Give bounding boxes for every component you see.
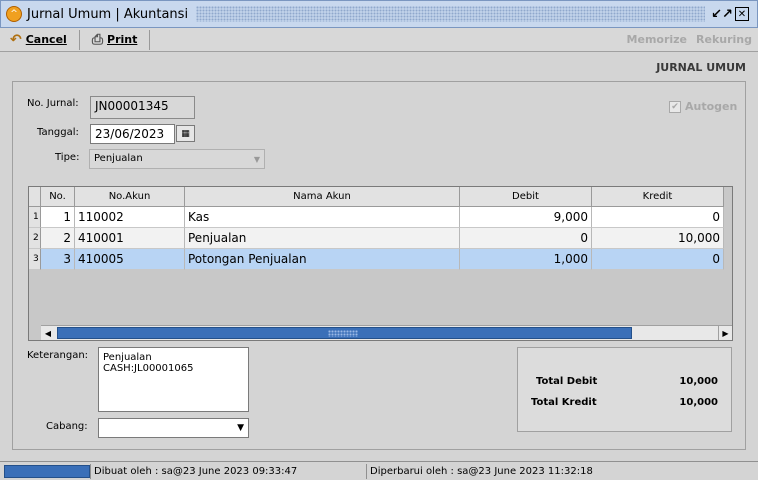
cell-kredit[interactable]: 0 — [592, 207, 724, 228]
no-jurnal-label: No. Jurnal: — [27, 98, 79, 109]
check-icon: ✔ — [669, 100, 681, 113]
cell-no-akun[interactable]: 110002 — [75, 207, 185, 228]
totals-panel: Total Debit 10,000 Total Kredit 10,000 — [517, 347, 732, 432]
row-number: 1 — [29, 207, 41, 228]
cell-no-akun[interactable]: 410001 — [75, 228, 185, 249]
title-bar-grip — [196, 6, 705, 22]
chevron-down-icon: ▼ — [253, 155, 260, 164]
no-jurnal-field[interactable]: JN00001345 — [90, 96, 195, 119]
tipe-label: Tipe: — [55, 152, 80, 163]
cell-no[interactable]: 1 — [41, 207, 75, 228]
scrollbar-grip — [328, 330, 358, 337]
keterangan-textarea[interactable]: Penjualan CASH:JL00001065 — [98, 347, 249, 412]
cancel-button[interactable]: ↶ Cancel — [0, 29, 77, 51]
column-header-kredit[interactable]: Kredit — [592, 187, 724, 207]
cabang-select[interactable]: ▼ — [98, 418, 249, 438]
scrollbar-thumb[interactable] — [57, 327, 632, 339]
total-debit-label: Total Debit — [536, 376, 598, 387]
tipe-value: Penjualan — [94, 153, 143, 164]
tanggal-label: Tanggal: — [37, 127, 79, 138]
total-kredit-value: 10,000 — [679, 397, 718, 408]
cell-kredit[interactable]: 10,000 — [592, 228, 724, 249]
print-label: Print — [107, 33, 138, 46]
total-debit-value: 10,000 — [679, 376, 718, 387]
cell-no-akun[interactable]: 410005 — [75, 249, 185, 270]
app-icon: ^ — [6, 6, 22, 22]
total-kredit-label: Total Kredit — [531, 397, 597, 408]
created-by-status: Dibuat oleh : sa@23 June 2023 09:33:47 — [90, 463, 366, 479]
restore-icon[interactable]: ↙↗ — [711, 5, 733, 23]
row-number: 3 — [29, 249, 41, 270]
row-number-header — [29, 187, 41, 207]
close-icon[interactable]: ✕ — [735, 7, 749, 21]
cell-nama-akun[interactable]: Kas — [185, 207, 460, 228]
journal-table[interactable]: No. No.Akun Nama Akun Debit Kredit 1 1 1… — [28, 186, 733, 341]
autogen-checkbox[interactable]: ✔ Autogen — [669, 100, 737, 113]
undo-arrow-icon: ↶ — [10, 31, 22, 48]
cell-no[interactable]: 3 — [41, 249, 75, 270]
status-bar: Dibuat oleh : sa@23 June 2023 09:33:47 D… — [0, 461, 758, 480]
table-row[interactable]: 1 1 110002 Kas 9,000 0 — [29, 207, 724, 228]
status-progress — [4, 464, 90, 478]
updated-by-status: Diperbarui oleh : sa@23 June 2023 11:32:… — [366, 463, 754, 479]
cell-nama-akun[interactable]: Potongan Penjualan — [185, 249, 460, 270]
table-row-selected[interactable]: 3 3 410005 Potongan Penjualan 1,000 0 — [29, 249, 724, 270]
row-number: 2 — [29, 228, 41, 249]
cell-nama-akun[interactable]: Penjualan — [185, 228, 460, 249]
cancel-label: Cancel — [25, 33, 67, 46]
print-button[interactable]: ⎙ Print — [82, 29, 148, 51]
scroll-right-icon[interactable]: ▶ — [718, 326, 732, 340]
horizontal-scrollbar[interactable]: ◀ ▶ — [41, 325, 732, 340]
column-header-no-akun[interactable]: No.Akun — [75, 187, 185, 207]
cell-debit[interactable]: 0 — [460, 228, 592, 249]
tanggal-field[interactable]: 23/06/2023 — [90, 124, 175, 144]
cell-debit[interactable]: 9,000 — [460, 207, 592, 228]
toolbar-separator — [149, 29, 151, 50]
column-header-nama-akun[interactable]: Nama Akun — [185, 187, 460, 207]
cell-debit[interactable]: 1,000 — [460, 249, 592, 270]
table-row[interactable]: 2 2 410001 Penjualan 0 10,000 — [29, 228, 724, 249]
column-header-no[interactable]: No. — [41, 187, 75, 207]
column-header-debit[interactable]: Debit — [460, 187, 592, 207]
cell-no[interactable]: 2 — [41, 228, 75, 249]
cabang-label: Cabang: — [46, 421, 88, 432]
tipe-select[interactable]: Penjualan ▼ — [89, 149, 265, 169]
keterangan-label: Keterangan: — [27, 350, 89, 361]
scroll-left-icon[interactable]: ◀ — [41, 326, 55, 340]
toolbar: ↶ Cancel ⎙ Print Memorize Rekuring — [0, 28, 758, 52]
window-title-bar[interactable]: ^ Jurnal Umum | Akuntansi ↙↗ ✕ — [0, 0, 758, 28]
calendar-icon[interactable]: ▦ — [176, 125, 195, 142]
window-title: Jurnal Umum | Akuntansi — [27, 6, 189, 22]
chevron-down-icon: ▼ — [237, 423, 244, 433]
cell-kredit[interactable]: 0 — [592, 249, 724, 270]
autogen-label: Autogen — [685, 100, 738, 113]
printer-icon: ⎙ — [91, 31, 104, 48]
table-header: No. No.Akun Nama Akun Debit Kredit — [29, 187, 724, 207]
rekuring-button[interactable]: Rekuring — [696, 33, 752, 46]
page-heading: JURNAL UMUM — [656, 61, 746, 74]
toolbar-separator — [78, 29, 80, 50]
memorize-button[interactable]: Memorize — [627, 33, 687, 46]
